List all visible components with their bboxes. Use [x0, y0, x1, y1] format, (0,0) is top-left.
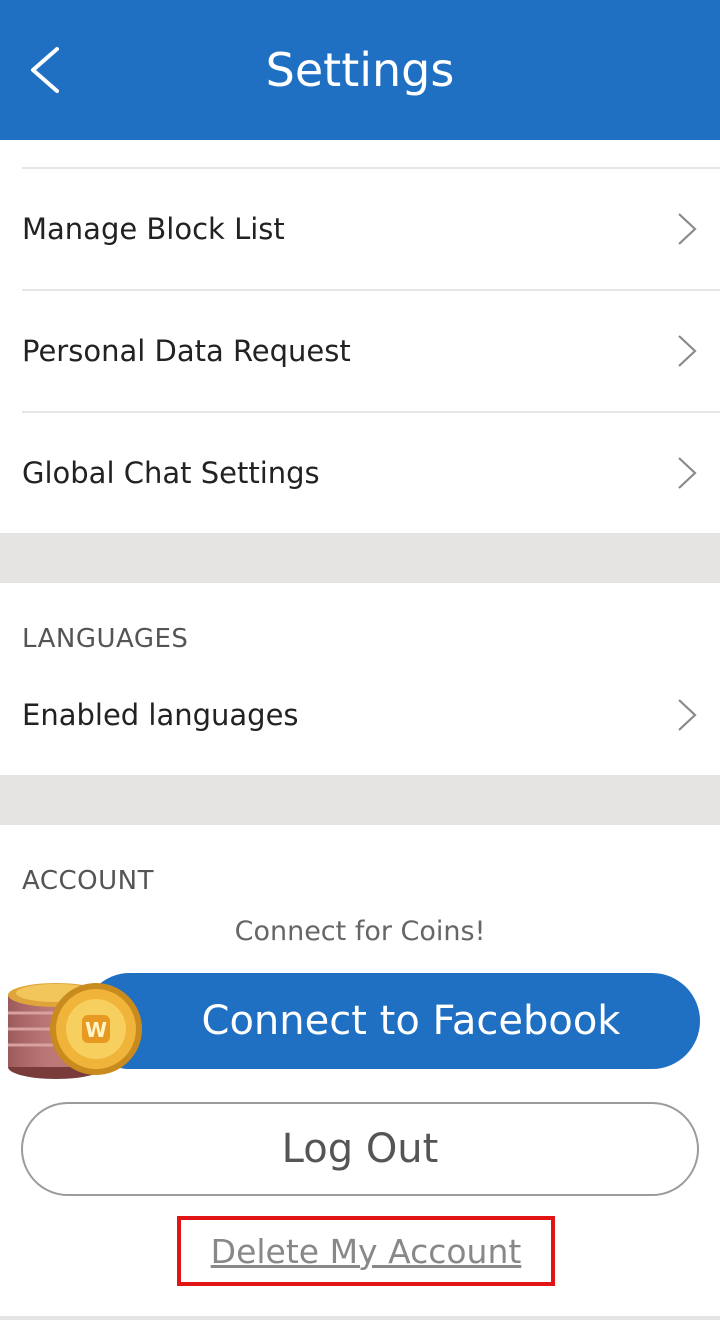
languages-heading: LANGUAGES — [22, 624, 189, 654]
row-label: Enabled languages — [22, 698, 299, 732]
page-title: Settings — [265, 43, 455, 97]
connect-facebook-button[interactable]: Connect to Facebook — [82, 973, 700, 1069]
row-label: Personal Data Request — [22, 334, 351, 368]
chevron-right-icon — [678, 699, 697, 731]
chevron-right-icon — [678, 335, 697, 367]
section-separator — [0, 533, 720, 583]
divider — [0, 1316, 720, 1320]
chevron-right-icon — [678, 457, 697, 489]
account-heading: ACCOUNT — [22, 866, 154, 896]
coins-icon: W — [8, 983, 142, 1079]
section-separator — [0, 775, 720, 825]
connect-for-coins-note: Connect for Coins! — [234, 916, 486, 947]
settings-row-manage-block-list[interactable]: Manage Block List — [0, 169, 720, 289]
row-label: Global Chat Settings — [22, 456, 320, 490]
logout-button[interactable]: Log Out — [21, 1102, 699, 1196]
settings-row-enabled-languages[interactable]: Enabled languages — [0, 655, 720, 775]
connect-facebook-label: Connect to Facebook — [201, 998, 621, 1044]
delete-account-link[interactable]: Delete My Account — [177, 1216, 555, 1286]
settings-row-global-chat-settings[interactable]: Global Chat Settings — [0, 413, 720, 533]
chevron-right-icon — [678, 213, 697, 245]
row-label: Manage Block List — [22, 212, 285, 246]
svg-text:W: W — [85, 1018, 107, 1042]
app-header: Settings — [0, 0, 720, 140]
settings-row-personal-data-request[interactable]: Personal Data Request — [0, 291, 720, 411]
